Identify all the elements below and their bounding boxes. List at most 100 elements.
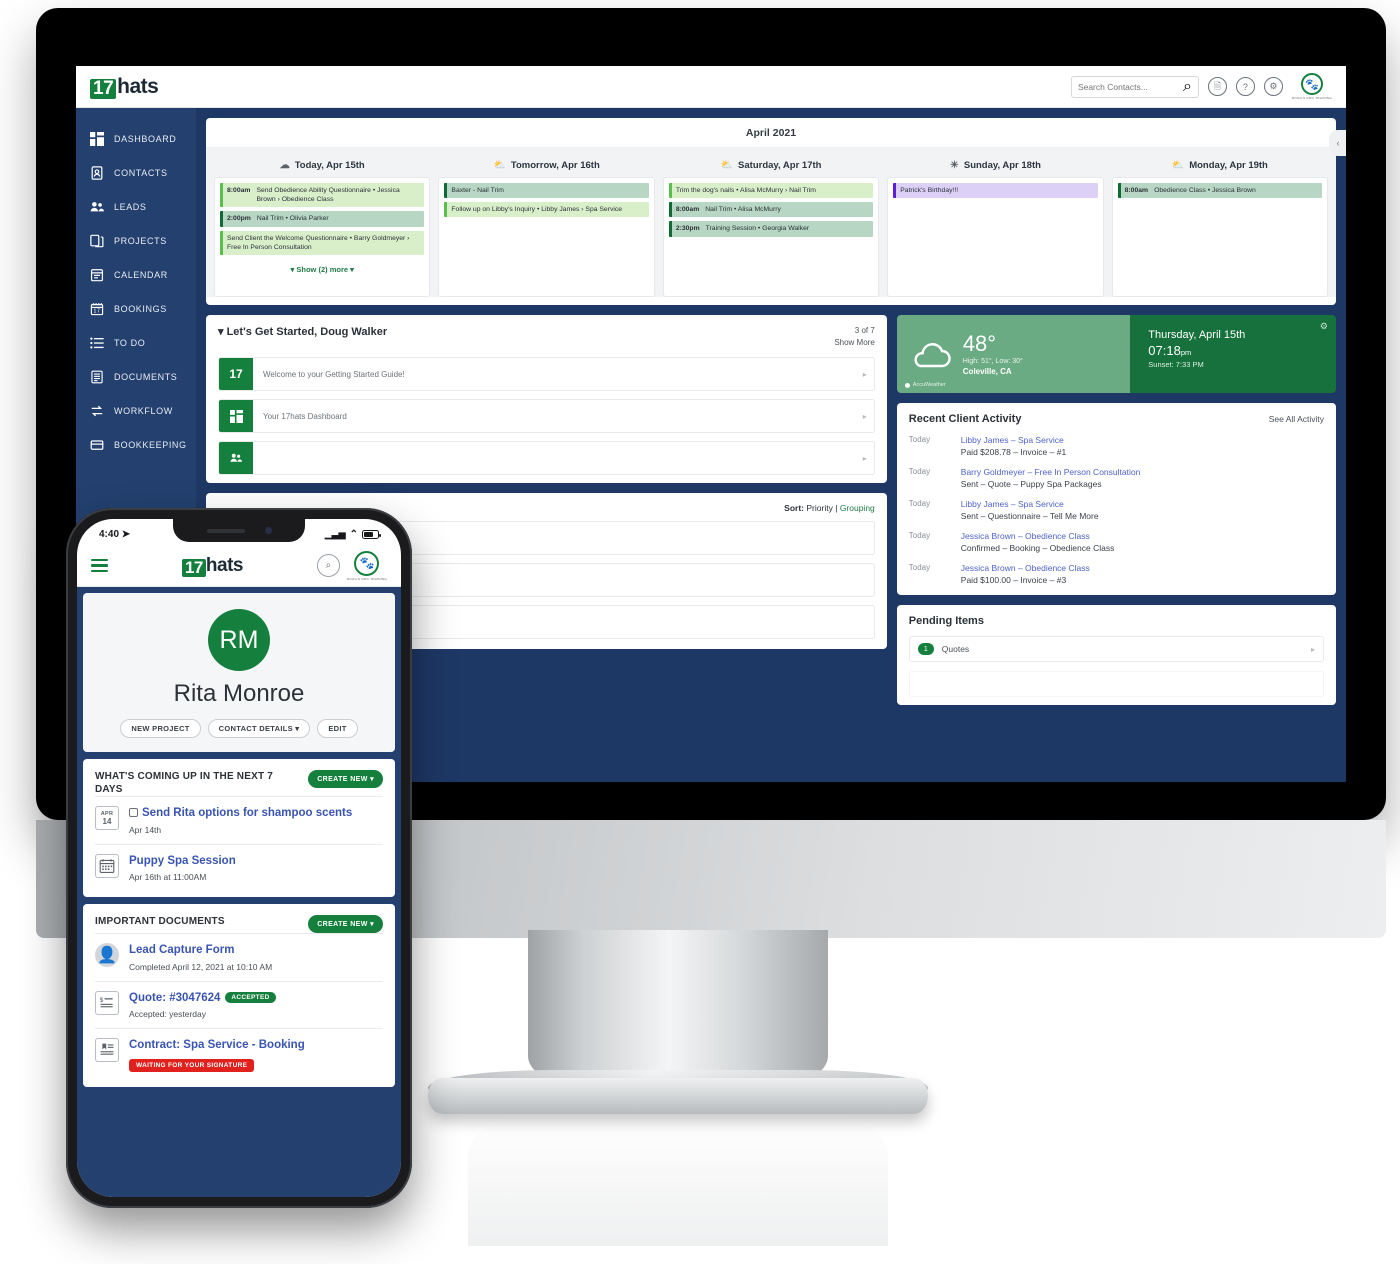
- wifi-icon: ⌃: [349, 528, 358, 540]
- item-subtitle: Accepted: yesterday: [129, 1009, 207, 1020]
- activity-row[interactable]: Today Libby James – Spa Service Paid $208…: [909, 435, 1324, 457]
- phone-screen: 4:40 ➤ ▁▃▅ ⌃ 17 hats ⌕ 🐾 DOUG'S DOG TRAIN…: [77, 519, 401, 1197]
- gear-icon[interactable]: ⚙: [1263, 77, 1283, 96]
- chevron-right-icon[interactable]: ▸: [856, 400, 874, 432]
- calendar-event[interactable]: 2:00pm Nail Trim • Olivia Parker: [220, 211, 425, 227]
- getting-started-item[interactable]: ▸: [218, 441, 875, 475]
- list-item[interactable]: $ Quote: #3047624 ACCEPTED Accepted: yest…: [95, 980, 383, 1029]
- pending-item-row[interactable]: [908, 671, 1324, 697]
- search-contacts-box[interactable]: ⌕: [1070, 75, 1199, 98]
- phone-logo[interactable]: 17 hats: [181, 555, 243, 577]
- partly-cloudy-icon: ⛅: [493, 160, 506, 171]
- sidebar-item-bookings[interactable]: 17 BOOKINGS: [76, 292, 196, 326]
- status-badge: ACCEPTED: [225, 991, 276, 1003]
- calendar-event[interactable]: Trim the dog's nails • Alisa McMurry › N…: [668, 183, 874, 199]
- show-more-events-button[interactable]: ▾ Show (2) more ▾: [220, 259, 424, 276]
- calendar-day-column: ⛅ Tomorrow, Apr 16th Baxter - Nail Trim: [438, 156, 655, 297]
- chevron-right-icon[interactable]: ▸: [1311, 645, 1315, 654]
- document-icon[interactable]: 🗎: [1207, 77, 1227, 96]
- list-item[interactable]: Puppy Spa Session Apr 16th at 11:00AM: [95, 843, 383, 892]
- account-caption: DOUG'S DOG TRAINING: [346, 576, 387, 581]
- sidebar-item-leads[interactable]: LEADS: [76, 190, 196, 224]
- calendar-day-column: ☁ Today, Apr 15th 8:00am Send Obedience A…: [214, 156, 431, 297]
- calendar-event[interactable]: 8:00am Nail Trim • Alisa McMurry: [668, 202, 874, 218]
- bookkeeping-icon: [90, 438, 104, 452]
- calendar-event[interactable]: Send Client the Welcome Questionnaire • …: [220, 230, 425, 255]
- create-new-button[interactable]: CREATE NEW ▾: [308, 770, 383, 788]
- getting-started-item-label: Your 17hats Dashboard: [263, 411, 347, 421]
- pending-item-row[interactable]: 1 Quotes ▸: [908, 636, 1324, 662]
- sidebar-item-label: BOOKKEEPING: [114, 440, 187, 450]
- activity-name[interactable]: Barry Goldmeyer – Free In Person Consult…: [961, 467, 1141, 477]
- activity-row[interactable]: Today Barry Goldmeyer – Free In Person C…: [909, 467, 1324, 489]
- calendar-event[interactable]: 8:00am Send Obedience Ability Questionnai…: [220, 183, 425, 208]
- create-new-button[interactable]: CREATE NEW ▾: [308, 915, 383, 934]
- sidebar-item-contacts[interactable]: CONTACTS: [76, 156, 196, 190]
- search-icon[interactable]: ⌕: [316, 554, 340, 577]
- chevron-left-icon[interactable]: ‹: [1329, 130, 1346, 156]
- activity-row[interactable]: Today Libby James – Spa Service Sent – Qu…: [909, 499, 1324, 521]
- item-title[interactable]: Puppy Spa Session: [129, 854, 383, 870]
- list-item[interactable]: Contract: Spa Service - Booking WAITING …: [95, 1028, 383, 1081]
- sidebar-item-projects[interactable]: PROJECTS: [76, 224, 196, 258]
- new-project-button[interactable]: NEW PROJECT: [120, 719, 201, 738]
- event-text: Send Client the Welcome Questionnaire • …: [227, 234, 410, 251]
- calendar-event[interactable]: 8:00am Obedience Class • Jessica Brown: [1117, 183, 1323, 199]
- item-title[interactable]: Quote: #3047624 ACCEPTED: [129, 991, 383, 1007]
- item-title[interactable]: Send Rita options for shampoo scents: [129, 806, 383, 822]
- list-item[interactable]: 👤 Lead Capture Form Completed April 12, …: [95, 933, 383, 981]
- svg-text:17: 17: [94, 309, 101, 315]
- sidebar-item-documents[interactable]: DOCUMENTS: [76, 360, 196, 394]
- activity-name[interactable]: Libby James – Spa Service: [961, 435, 1066, 445]
- item-title[interactable]: Contract: Spa Service - Booking: [129, 1038, 383, 1054]
- checkbox[interactable]: [129, 808, 138, 817]
- search-input[interactable]: [1077, 81, 1183, 92]
- event-text: Patrick's Birthday!!!: [900, 187, 959, 194]
- hamburger-icon[interactable]: [91, 559, 108, 572]
- account-avatar[interactable]: 🐾 DOUG'S DOG TRAINING: [346, 550, 387, 581]
- sidebar-item-calendar[interactable]: CALENDAR: [76, 258, 196, 292]
- status-time: 4:40 ➤: [99, 528, 131, 540]
- calendar-event[interactable]: 2:30pm Training Session • Georgia Walker: [668, 221, 874, 237]
- activity-name[interactable]: Jessica Brown – Obedience Class: [961, 563, 1090, 573]
- activity-row[interactable]: Today Jessica Brown – Obedience Class Pai…: [909, 563, 1324, 585]
- app-logo[interactable]: 17 hats: [90, 75, 159, 99]
- sort-value[interactable]: Priority: [806, 503, 832, 513]
- contact-details-button[interactable]: CONTACT DETAILS ▾: [207, 719, 311, 738]
- account-avatar[interactable]: 🐾 DOUG'S DOG TRAINING: [1292, 73, 1332, 100]
- activity-day: Today: [908, 563, 931, 572]
- activity-name[interactable]: Libby James – Spa Service: [961, 499, 1099, 509]
- projects-icon: [90, 234, 104, 248]
- getting-started-item[interactable]: 17 Welcome to your Getting Started Guide…: [218, 357, 875, 391]
- sidebar-item-workflow[interactable]: WORKFLOW: [76, 394, 196, 428]
- activity-row[interactable]: Today Jessica Brown – Obedience Class Con…: [909, 531, 1324, 553]
- calendar-icon: [95, 853, 119, 878]
- sidebar-item-label: PROJECTS: [114, 236, 167, 246]
- grouping-link[interactable]: Grouping: [840, 503, 875, 513]
- item-title[interactable]: Lead Capture Form: [129, 943, 383, 959]
- contact-name: Rita Monroe: [173, 680, 305, 707]
- calendar-event[interactable]: Patrick's Birthday!!!: [893, 183, 1098, 199]
- see-all-activity-link[interactable]: See All Activity: [1269, 414, 1324, 424]
- sidebar-item-todo[interactable]: TO DO: [76, 326, 196, 360]
- calendar-events-list: Baxter - Nail Trim Follow up on Libby's …: [438, 177, 655, 297]
- getting-started-item[interactable]: Your 17hats Dashboard ▸: [218, 399, 875, 433]
- help-icon[interactable]: ?: [1235, 77, 1255, 96]
- calendar-event[interactable]: Baxter - Nail Trim: [444, 183, 649, 199]
- 17hats-icon: 17: [219, 358, 253, 390]
- sidebar-item-bookkeeping[interactable]: BOOKKEEPING: [76, 428, 196, 462]
- svg-text:$: $: [100, 997, 104, 1004]
- search-icon[interactable]: ⌕: [1183, 78, 1192, 96]
- getting-started-show-more[interactable]: Show More: [834, 337, 874, 349]
- activity-name[interactable]: Jessica Brown – Obedience Class: [961, 531, 1115, 541]
- calendar-event[interactable]: Follow up on Libby's Inquiry • Libby Jam…: [444, 202, 649, 218]
- calendar-events-list: 8:00am Send Obedience Ability Questionnai…: [214, 177, 431, 297]
- chevron-right-icon[interactable]: ▸: [856, 442, 874, 474]
- sidebar-item-dashboard[interactable]: DASHBOARD: [76, 122, 196, 156]
- calendar-day-header: ⛅ Monday, Apr 19th: [1112, 156, 1328, 177]
- chevron-right-icon[interactable]: ▸: [856, 358, 874, 390]
- gear-icon[interactable]: ⚙: [1320, 321, 1328, 332]
- list-item[interactable]: APR 14 Send Rita options for shampoo sce…: [95, 796, 383, 844]
- edit-button[interactable]: EDIT: [317, 719, 358, 738]
- getting-started-title[interactable]: ▾ Let's Get Started, Doug Walker: [218, 325, 387, 338]
